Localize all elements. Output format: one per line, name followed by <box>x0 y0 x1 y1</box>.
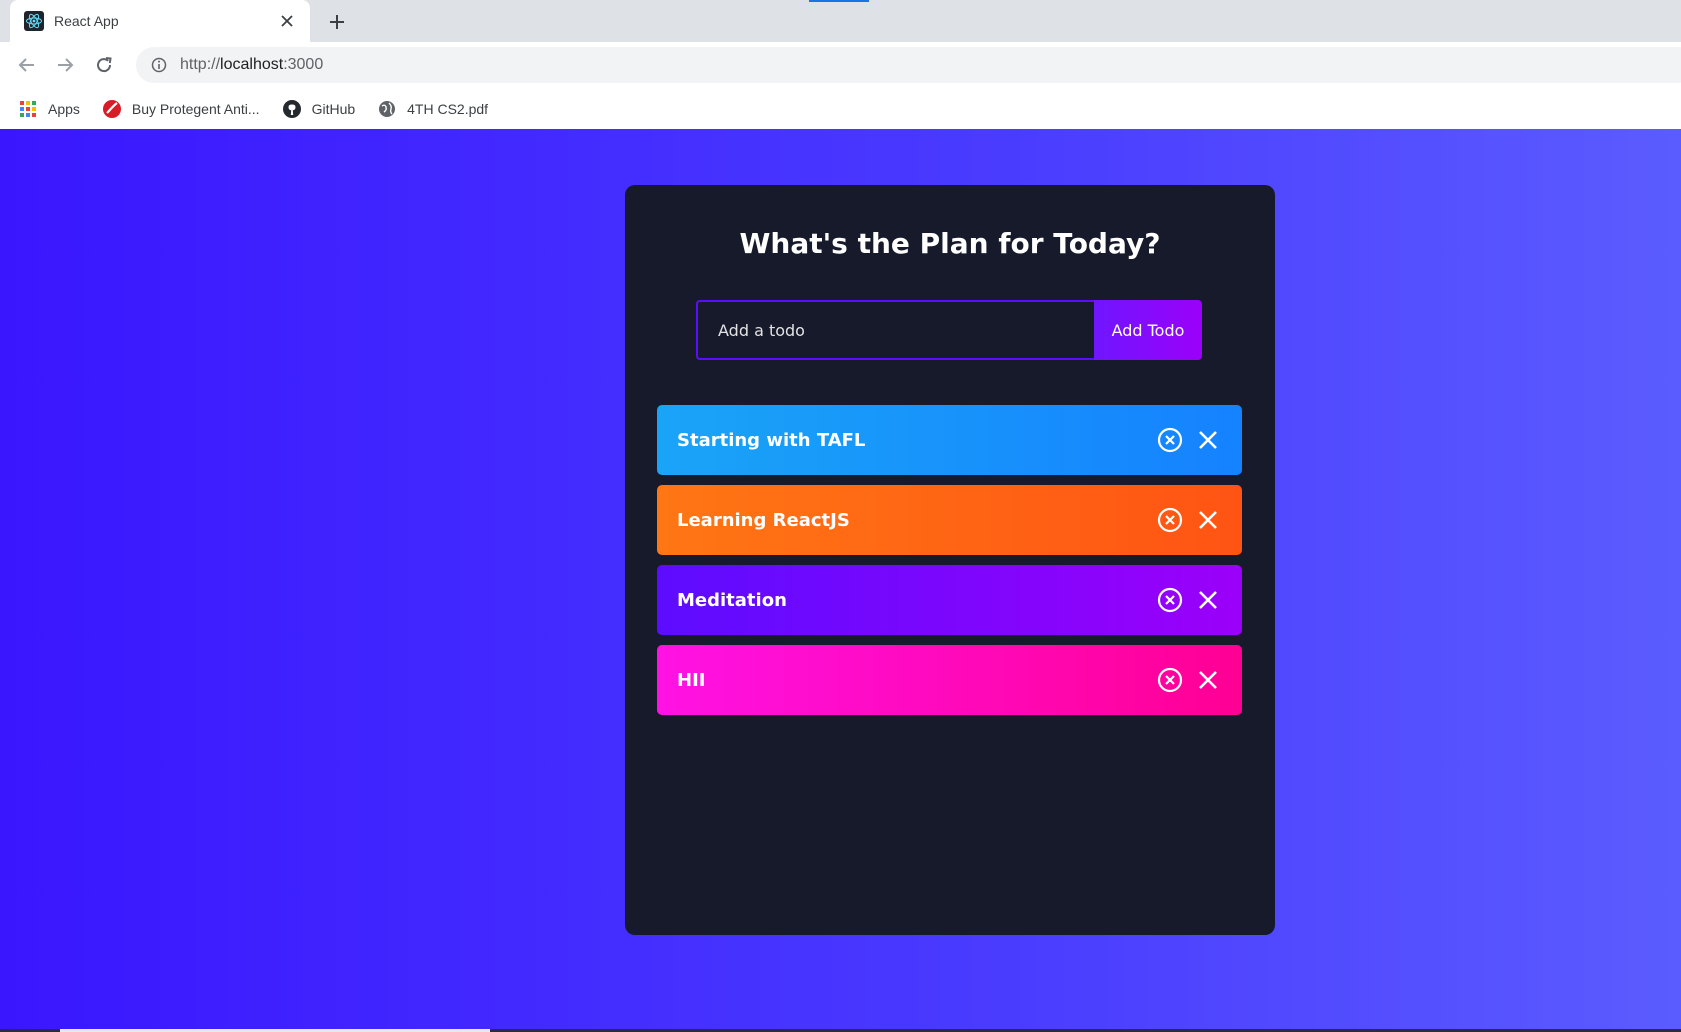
bookmark-github[interactable]: GitHub <box>282 99 356 119</box>
close-circle-icon[interactable] <box>1156 426 1184 454</box>
todo-item: Meditation <box>657 565 1242 635</box>
todo-actions <box>1146 666 1222 694</box>
tab-title: React App <box>54 13 119 29</box>
close-icon[interactable] <box>1194 586 1222 614</box>
url-text: http://localhost:3000 <box>180 56 323 74</box>
todo-actions <box>1146 426 1222 454</box>
close-circle-icon[interactable] <box>1156 666 1184 694</box>
bookmarks-bar: Apps Buy Protegent Anti... GitHub 4TH CS… <box>0 88 1681 129</box>
todo-text[interactable]: Starting with TAFL <box>677 430 865 451</box>
bookmark-pdf[interactable]: 4TH CS2.pdf <box>377 99 488 119</box>
reload-icon[interactable] <box>91 52 117 78</box>
todo-form: Add Todo <box>696 300 1202 360</box>
add-todo-button[interactable]: Add Todo <box>1094 300 1202 360</box>
todo-item: Starting with TAFL <box>657 405 1242 475</box>
bookmark-label: GitHub <box>311 100 356 117</box>
browser-tab-strip: React App <box>0 0 1681 42</box>
url-scheme: http:// <box>180 56 221 73</box>
close-circle-icon[interactable] <box>1156 506 1184 534</box>
todo-text[interactable]: HII <box>677 670 705 691</box>
todo-list: Starting with TAFL Learning ReactJS Medi… <box>657 405 1242 725</box>
apps-grid-icon <box>18 99 38 119</box>
page-title: What's the Plan for Today? <box>739 227 1161 260</box>
loading-indicator <box>809 0 869 2</box>
todo-text[interactable]: Learning ReactJS <box>677 510 850 531</box>
browser-tab[interactable]: React App <box>10 0 310 42</box>
address-bar[interactable]: http://localhost:3000 <box>136 47 1681 83</box>
globe-icon <box>377 99 397 119</box>
page-viewport: What's the Plan for Today? Add Todo Star… <box>0 129 1681 1032</box>
new-tab-icon[interactable] <box>324 9 350 35</box>
todo-item: Learning ReactJS <box>657 485 1242 555</box>
bookmark-protegent[interactable]: Buy Protegent Anti... <box>102 99 260 119</box>
back-arrow-icon[interactable] <box>14 52 40 78</box>
bookmark-label: Buy Protegent Anti... <box>131 100 260 117</box>
url-port: :3000 <box>283 56 324 73</box>
todo-input[interactable] <box>696 300 1094 360</box>
react-logo-icon <box>24 11 44 31</box>
todo-actions <box>1146 586 1222 614</box>
bookmark-apps[interactable]: Apps <box>18 99 80 119</box>
bookmark-label: Apps <box>48 100 80 117</box>
protegent-icon <box>102 99 122 119</box>
close-circle-icon[interactable] <box>1156 586 1184 614</box>
close-tab-icon[interactable] <box>276 10 298 32</box>
forward-arrow-icon[interactable] <box>52 52 78 78</box>
site-info-icon[interactable] <box>150 56 168 74</box>
bookmark-label: 4TH CS2.pdf <box>407 100 489 117</box>
todo-actions <box>1146 506 1222 534</box>
browser-toolbar: http://localhost:3000 <box>0 42 1681 88</box>
close-icon[interactable] <box>1194 506 1222 534</box>
todo-app-card: What's the Plan for Today? Add Todo Star… <box>625 185 1275 935</box>
todo-text[interactable]: Meditation <box>677 590 787 611</box>
close-icon[interactable] <box>1194 666 1222 694</box>
close-icon[interactable] <box>1194 426 1222 454</box>
url-host: localhost <box>220 56 284 73</box>
github-icon <box>282 99 302 119</box>
todo-item: HII <box>657 645 1242 715</box>
